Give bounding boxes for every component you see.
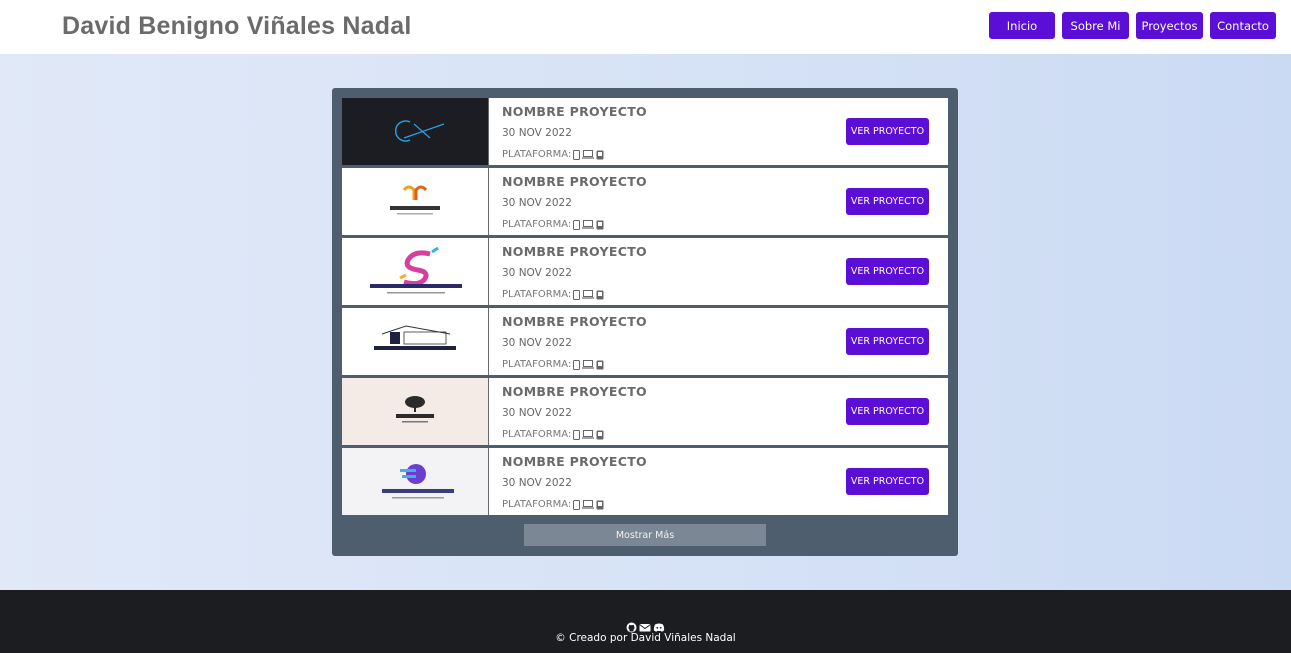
laptop-icon [582,220,595,229]
project-platform: PLATAFORMA: [502,429,604,440]
platform-label: PLATAFORMA: [502,429,572,440]
nav-proyectos-button[interactable]: Proyectos [1136,12,1203,39]
platform-label: PLATAFORMA: [502,219,572,230]
desktop-icon [596,360,604,370]
desktop-icon [596,220,604,230]
project-date: 30 NOV 2022 [502,337,572,349]
project-name: NOMBRE PROYECTO [502,454,647,469]
site-header: David Benigno Viñales Nadal Inicio Sobre… [0,0,1291,54]
card-divider [488,308,489,375]
platform-label: PLATAFORMA: [502,289,572,300]
digital-logo [342,448,488,515]
view-project-button[interactable]: VER PROYECTO [846,328,929,355]
project-date: 30 NOV 2022 [502,197,572,209]
platform-label: PLATAFORMA: [502,359,572,370]
laptop-icon [582,360,595,369]
nav-contacto-button[interactable]: Contacto [1210,12,1276,39]
project-platform: PLATAFORMA: [502,219,604,230]
projects-panel: NOMBRE PROYECTO 30 NOV 2022 PLATAFORMA: … [332,88,958,556]
laptop-icon [582,500,595,509]
card-divider [488,448,489,515]
project-platform: PLATAFORMA: [502,499,604,510]
nav-sobre-mi-button[interactable]: Sobre Mi [1062,12,1129,39]
desktop-icon [596,430,604,440]
card-divider [488,378,489,445]
project-date: 30 NOV 2022 [502,477,572,489]
nav-inicio-button[interactable]: Inicio [989,12,1055,39]
view-project-button[interactable]: VER PROYECTO [846,258,929,285]
view-project-button[interactable]: VER PROYECTO [846,188,929,215]
project-name: NOMBRE PROYECTO [502,314,647,329]
desktop-icon [596,500,604,510]
laptop-icon [582,290,595,299]
project-platform: PLATAFORMA: [502,149,604,160]
project-platform: PLATAFORMA: [502,289,604,300]
project-name: NOMBRE PROYECTO [502,384,647,399]
project-platform: PLATAFORMA: [502,359,604,370]
site-title: David Benigno Viñales Nadal [62,12,412,40]
project-name: NOMBRE PROYECTO [502,174,647,189]
construction-logo [342,308,488,375]
project-card: NOMBRE PROYECTO 30 NOV 2022 PLATAFORMA: … [342,238,948,305]
oaktrees-logo [342,378,488,445]
main-nav: Inicio Sobre Mi Proyectos Contacto [989,12,1276,39]
project-date: 30 NOV 2022 [502,407,572,419]
mobile-icon [573,219,581,230]
card-divider [488,168,489,235]
lorem-ipsum-s-logo [342,238,488,305]
laptop-icon [582,150,595,159]
site-footer: © Creado por David Viñales Nadal [0,590,1291,653]
desktop-icon [596,150,604,160]
project-name: NOMBRE PROYECTO [502,104,647,119]
mobile-icon [573,289,581,300]
project-date: 30 NOV 2022 [502,267,572,279]
show-more-button[interactable]: Mostrar Más [524,524,766,546]
project-card: NOMBRE PROYECTO 30 NOV 2022 PLATAFORMA: … [342,168,948,235]
project-date: 30 NOV 2022 [502,127,572,139]
mobile-icon [573,359,581,370]
card-divider [488,98,489,165]
projects-list: NOMBRE PROYECTO 30 NOV 2022 PLATAFORMA: … [342,98,948,518]
project-name: NOMBRE PROYECTO [502,244,647,259]
view-project-button[interactable]: VER PROYECTO [846,398,929,425]
project-card: NOMBRE PROYECTO 30 NOV 2022 PLATAFORMA: … [342,98,948,165]
cx-logo [342,98,488,165]
mobile-icon [573,499,581,510]
lorem-ipsum-orange-logo [342,168,488,235]
project-card: NOMBRE PROYECTO 30 NOV 2022 PLATAFORMA: … [342,308,948,375]
project-card: NOMBRE PROYECTO 30 NOV 2022 PLATAFORMA: … [342,378,948,445]
desktop-icon [596,290,604,300]
footer-credit: © Creado por David Viñales Nadal [555,632,736,644]
platform-label: PLATAFORMA: [502,149,572,160]
view-project-button[interactable]: VER PROYECTO [846,468,929,495]
mobile-icon [573,149,581,160]
project-card: NOMBRE PROYECTO 30 NOV 2022 PLATAFORMA: … [342,448,948,515]
laptop-icon [582,430,595,439]
main-content: NOMBRE PROYECTO 30 NOV 2022 PLATAFORMA: … [0,54,1291,590]
platform-label: PLATAFORMA: [502,499,572,510]
mobile-icon [573,429,581,440]
view-project-button[interactable]: VER PROYECTO [846,118,929,145]
card-divider [488,238,489,305]
